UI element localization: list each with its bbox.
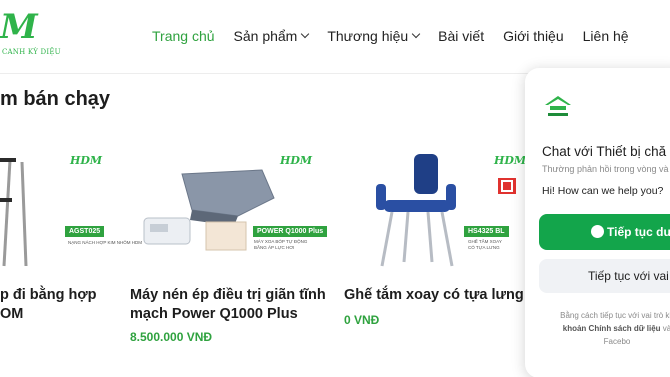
nav-label: Sản phẩm <box>233 28 298 44</box>
product-tag-note: MÁY XOA BÓP TỰ ĐỘNG BẰNG ÁP LỰC HƠI <box>254 239 308 250</box>
section-title: m bán chạy <box>0 88 111 110</box>
nav-item-contact[interactable]: Liên hệ <box>583 26 629 46</box>
product-name[interactable]: Ghế tắm xoay có tựa lưng <box>344 286 544 305</box>
nav-label: Thương hiệu <box>327 28 409 44</box>
crutches-image <box>0 158 28 267</box>
logo-mark: M <box>0 7 38 47</box>
legal-and: và <box>662 324 670 333</box>
product-image[interactable]: HDM AGST025 NẠNG NÁCH HỢP KIM NHÔM HDM <box>0 148 142 278</box>
hdm-badge: HDM <box>280 154 313 167</box>
button-label: Tiếp tục dướ <box>607 225 670 239</box>
nav-label: Trang chủ <box>152 28 215 44</box>
legal-line-1: Bằng cách tiếp tục với vai trò kh <box>560 311 670 320</box>
product-tag-note: GHẾ TẮM XOAY CÓ TỰA LƯNG <box>468 239 502 250</box>
chevron-down-icon <box>301 29 310 39</box>
chat-subtitle: Thường phản hồi trong vòng và <box>542 164 669 174</box>
product-price: 0 VNĐ <box>344 313 380 327</box>
main-nav: Trang chủ Sản phẩm Thương hiệu Bài viết … <box>152 26 648 46</box>
chat-widget: Chat với Thiết bị chă Thường phản hồi tr… <box>525 68 670 377</box>
nav-item-about[interactable]: Giới thiệu <box>503 26 564 46</box>
site-logo[interactable]: M CANH KỲ DIỆU <box>0 7 61 60</box>
legal-line-2: khoản Chính sách dữ liệu và <box>542 322 670 335</box>
legal-line-3: Facebo <box>603 337 631 346</box>
product-card[interactable]: HDM POWER Q1000 Plus MÁY XOA BÓP TỰ ĐỘNG… <box>130 148 330 344</box>
nav-label: Giới thiệu <box>503 28 564 44</box>
chat-legal-text: Bằng cách tiếp tục với vai trò kh khoản … <box>542 309 670 348</box>
product-name[interactable]: p đi bằng hợp OM <box>0 286 120 324</box>
product-tag: HS4325 BL <box>464 226 509 237</box>
continue-as-button[interactable]: Tiếp tục với vai <box>539 259 670 293</box>
button-label: Tiếp tục với vai <box>588 269 669 283</box>
site-header: M CANH KỲ DIỆU Trang chủ Sản phẩm Thương… <box>0 0 670 74</box>
compression-machine-image <box>143 169 275 251</box>
chevron-down-icon <box>411 29 421 39</box>
product-image[interactable]: HDM HS4325 BL GHẾ TẮM XOAY CÓ TỰA LƯNG <box>344 148 544 278</box>
nav-item-products[interactable]: Sản phẩm <box>233 26 310 46</box>
product-image[interactable]: HDM POWER Q1000 Plus MÁY XOA BÓP TỰ ĐỘNG… <box>130 148 330 278</box>
messenger-icon <box>591 225 604 238</box>
product-price: 8.500.000 VNĐ <box>130 330 213 344</box>
shower-chair-image <box>376 154 456 267</box>
continue-messenger-button[interactable]: Tiếp tục dướ <box>539 214 670 250</box>
data-policy-link[interactable]: Chính sách dữ liệu <box>589 324 661 333</box>
brand-logo-icon <box>498 178 516 194</box>
product-name[interactable]: Máy nén ép điều trị giãn tĩnh mạch Power… <box>130 286 330 324</box>
nav-item-articles[interactable]: Bài viết <box>438 26 484 46</box>
chat-greeting: Hi! How can we help you? <box>542 185 664 197</box>
chat-title: Chat với Thiết bị chă <box>542 144 667 159</box>
product-card[interactable]: HDM HS4325 BL GHẾ TẮM XOAY CÓ TỰA LƯNG G… <box>344 148 544 327</box>
terms-link[interactable]: khoản <box>563 324 587 333</box>
nav-label: Liên hệ <box>582 28 629 44</box>
product-card[interactable]: HDM AGST025 NẠNG NÁCH HỢP KIM NHÔM HDM p… <box>0 148 142 322</box>
hdm-badge: HDM <box>70 154 103 167</box>
nav-label: Bài viết <box>438 28 485 44</box>
product-tag: POWER Q1000 Plus <box>253 226 328 237</box>
nav-item-brands[interactable]: Thương hiệu <box>327 26 421 46</box>
nav-item-home[interactable]: Trang chủ <box>152 26 215 46</box>
hdm-house-logo-icon <box>545 96 571 116</box>
hdm-badge: HDM <box>494 154 527 167</box>
product-tag: AGST025 <box>65 226 105 237</box>
logo-tagline: CANH KỲ DIỆU <box>2 48 61 56</box>
